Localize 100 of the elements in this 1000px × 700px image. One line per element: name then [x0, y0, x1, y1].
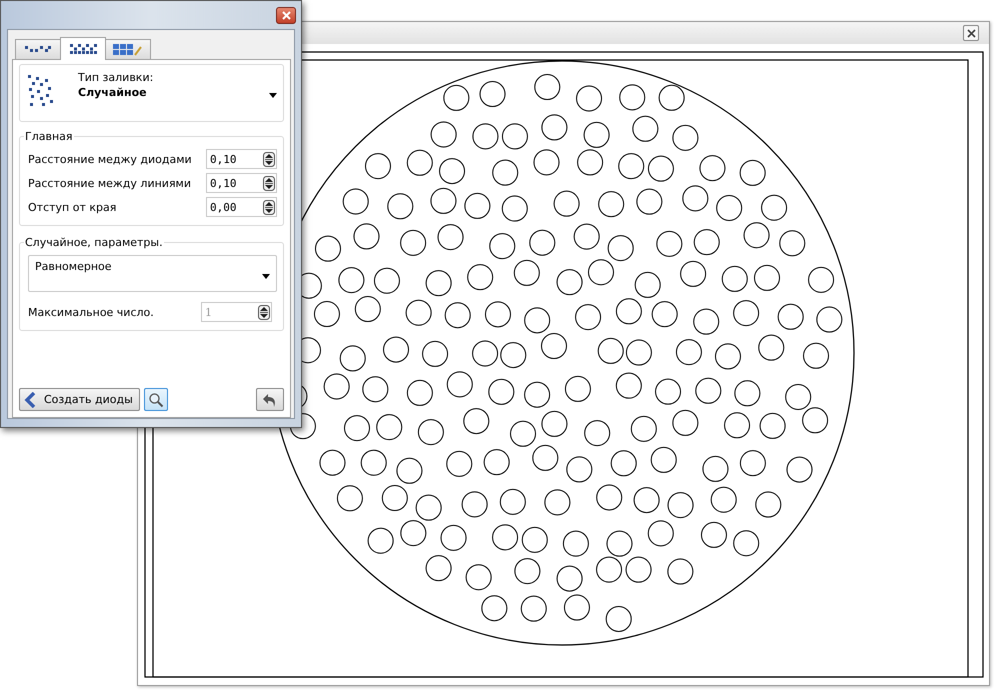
diode-circle [354, 296, 381, 322]
diode-circle [785, 384, 812, 410]
diode-circle [556, 566, 583, 592]
diode-circle [632, 116, 658, 142]
tab[interactable] [60, 37, 106, 60]
diode-circle [362, 376, 388, 402]
spin-field[interactable]: 0,00 [206, 197, 277, 217]
diode-circle [374, 268, 400, 294]
diode-circle [652, 301, 678, 328]
diode-circle [464, 192, 490, 219]
diode-circle [680, 260, 706, 287]
diode-circle [554, 190, 580, 217]
tab[interactable] [15, 39, 61, 59]
diode-circle [396, 458, 422, 484]
field-label: Расстояние меджу диодами [28, 152, 192, 166]
spin-arrows-icon [258, 304, 270, 320]
diode-circle [574, 224, 600, 250]
diode-circle [324, 373, 350, 400]
diode-circle [626, 340, 652, 366]
undo-button[interactable] [256, 388, 284, 411]
diode-circle [695, 378, 722, 404]
field-label: Отступ от края [28, 200, 116, 214]
diode-circle [616, 372, 642, 399]
diode-circle [443, 84, 470, 111]
search-button[interactable] [144, 388, 168, 411]
diode-circle [522, 526, 548, 553]
diode-circle [489, 233, 516, 260]
diode-circle [588, 259, 614, 286]
diode-circle [492, 160, 518, 186]
diode-circle [400, 520, 426, 546]
diode-circle [816, 306, 842, 333]
diode-circle [514, 558, 540, 584]
diode-circle [584, 420, 610, 446]
grid-pencil-icon [113, 44, 143, 56]
diode-circle [438, 224, 464, 250]
diode-circle [636, 188, 662, 215]
diode-circle [541, 114, 568, 140]
diode-circle [319, 450, 346, 476]
diode-circle [387, 193, 414, 220]
spin-field[interactable]: 0,10 [206, 173, 277, 193]
diode-circle [430, 121, 457, 148]
diode-circle [724, 412, 750, 438]
diode-circle [596, 484, 622, 510]
diode-circle [463, 408, 490, 434]
back-chevron-icon [24, 392, 36, 408]
diode-circle [734, 380, 760, 406]
diode-circle [488, 378, 514, 405]
diode-circle [693, 308, 720, 335]
diode-circle [406, 300, 432, 326]
diode-circle [700, 522, 727, 548]
diode-circle [529, 230, 556, 256]
diode-circle [608, 235, 634, 262]
diode-circle [619, 84, 646, 110]
spin-field[interactable]: 0,10 [206, 149, 277, 169]
spin-arrows-icon [263, 200, 275, 214]
diode-circle [532, 444, 558, 471]
diode-circle [500, 342, 526, 368]
diode-circle [422, 340, 448, 367]
caret-icon [269, 93, 277, 98]
diode-circle [426, 270, 452, 296]
diode-circle [524, 382, 550, 408]
diode-circle [676, 339, 702, 366]
distribution-dropdown[interactable]: Равномерное [28, 255, 277, 292]
diode-circle [544, 489, 570, 516]
diode-circle [648, 520, 674, 546]
diode-circle [342, 188, 369, 214]
diode-circle [760, 412, 786, 439]
close-icon[interactable] [963, 25, 979, 41]
diode-circle [472, 123, 498, 150]
spin-arrows-icon [263, 152, 275, 166]
undo-arrow-icon [262, 392, 278, 408]
diode-circle [376, 414, 402, 440]
diode-circle [606, 530, 632, 557]
diode-circle [556, 269, 583, 296]
diode-circle [761, 194, 788, 221]
fill-type-selector[interactable]: Тип заливки: Случайное [19, 64, 284, 122]
diode-circle [754, 264, 780, 291]
diode-circle [634, 487, 660, 514]
diode-circle [682, 185, 708, 212]
diode-circle [566, 456, 592, 482]
tab[interactable] [105, 39, 151, 59]
diode-circle [344, 415, 370, 442]
diode-circle [672, 124, 698, 151]
diode-circle [598, 338, 624, 364]
diode-circle [564, 594, 590, 621]
diode-circle [655, 378, 682, 405]
diode-circle [778, 304, 804, 330]
diode-circle [733, 530, 760, 556]
close-icon[interactable] [276, 6, 296, 24]
diode-circle [668, 492, 694, 518]
diode-circle [416, 494, 442, 521]
diode-circle [426, 555, 452, 582]
diode-circle [418, 419, 444, 446]
diode-circle [758, 334, 784, 361]
create-diodes-button[interactable]: Создать диоды [19, 388, 140, 411]
diode-circle [500, 488, 526, 515]
diode-circle [440, 524, 467, 551]
diode-circle [598, 191, 624, 218]
diode-circle [802, 407, 828, 434]
diode-circle [606, 606, 632, 632]
